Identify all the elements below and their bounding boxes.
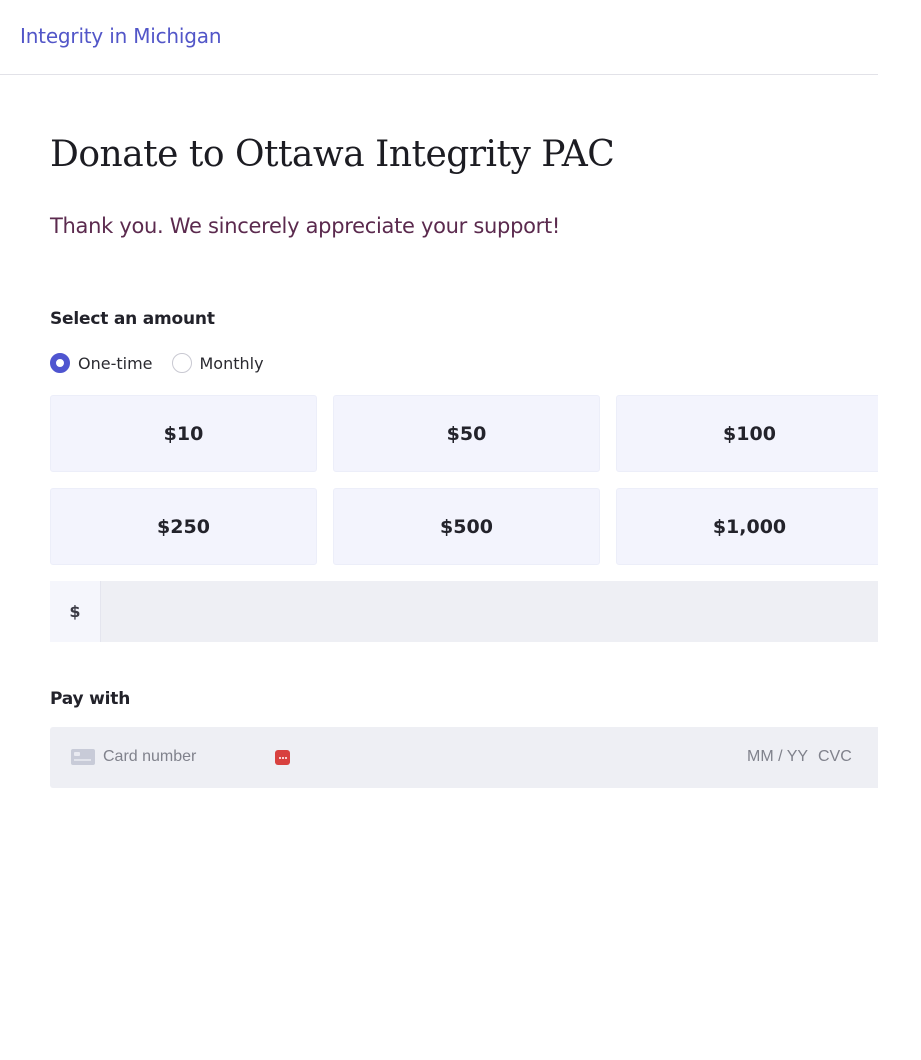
amount-button-10[interactable]: $10 xyxy=(50,395,317,472)
page-viewport: Integrity in Michigan Donate to Ottawa I… xyxy=(0,0,878,1060)
frequency-one-time[interactable]: One-time xyxy=(50,353,153,373)
thank-you-message: Thank you. We sincerely appreciate your … xyxy=(50,214,561,238)
frequency-radio-group: One-time Monthly xyxy=(50,351,283,375)
brand-link[interactable]: Integrity in Michigan xyxy=(20,24,221,48)
custom-amount-input[interactable] xyxy=(101,581,878,642)
amount-button-100[interactable]: $100 xyxy=(616,395,878,472)
amount-button-50[interactable]: $50 xyxy=(333,395,600,472)
amount-button-1000[interactable]: $1,000 xyxy=(616,488,878,565)
monthly-radio[interactable] xyxy=(171,353,192,373)
card-expiry-input[interactable] xyxy=(747,745,811,769)
amount-button-500[interactable]: $500 xyxy=(333,488,600,565)
card-payment-field xyxy=(50,727,878,788)
currency-prefix: $ xyxy=(50,581,101,642)
frequency-monthly[interactable]: Monthly xyxy=(171,353,264,373)
page-title: Donate to Ottawa Integrity PAC xyxy=(50,134,615,175)
one-time-label: One-time xyxy=(78,353,153,373)
select-amount-label: Select an amount xyxy=(50,309,215,329)
site-header: Integrity in Michigan xyxy=(0,0,878,75)
autofill-icon[interactable] xyxy=(275,750,290,765)
amount-button-250[interactable]: $250 xyxy=(50,488,317,565)
pay-with-label: Pay with xyxy=(50,689,131,709)
credit-card-icon xyxy=(71,749,95,765)
one-time-radio[interactable] xyxy=(50,353,70,373)
monthly-label: Monthly xyxy=(199,353,264,373)
custom-amount-field: $ xyxy=(50,581,878,642)
card-number-input[interactable] xyxy=(103,745,263,769)
card-cvc-input[interactable] xyxy=(818,745,858,769)
